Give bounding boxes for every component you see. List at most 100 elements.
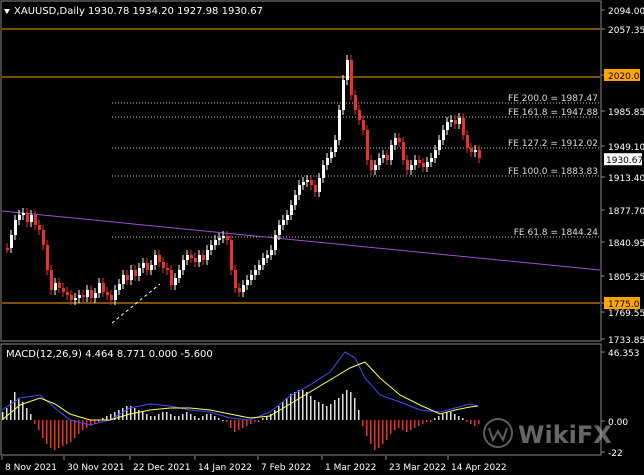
macd-bar (218, 418, 220, 420)
candle-body (186, 255, 189, 260)
candle-body (378, 158, 381, 165)
macd-bar (394, 420, 396, 430)
candle-body (374, 165, 377, 170)
macd-bar (338, 398, 340, 420)
candle-body (90, 290, 93, 298)
macd-bar (322, 404, 324, 420)
candle-body (298, 185, 301, 195)
candle-body (322, 165, 325, 178)
candle-body (470, 148, 473, 152)
macd-bar (474, 420, 476, 426)
macd-bar (366, 420, 368, 436)
candle-body (230, 240, 233, 270)
macd-bar (186, 412, 188, 420)
candle-body (74, 298, 77, 300)
candle-body (158, 255, 161, 262)
candle-body (226, 236, 229, 240)
macd-bar (150, 416, 152, 420)
candlesticks (6, 55, 481, 305)
candle-body (198, 255, 201, 262)
macd-label: MACD(12,26,9) 4.464 8.771 0.000 -5.600 (6, 349, 213, 360)
macd-bar (294, 392, 296, 420)
macd-bar (382, 420, 384, 444)
candle-body (22, 213, 25, 215)
candle-body (290, 205, 293, 215)
candle-body (162, 262, 165, 268)
candle-body (358, 110, 361, 120)
macd-bar (146, 414, 148, 420)
candle-body (214, 240, 217, 245)
macd-bar (206, 414, 208, 420)
candle-body (418, 160, 421, 163)
macd-bar (194, 416, 196, 420)
macd-bar (354, 398, 356, 420)
candle-body (354, 95, 357, 110)
price-tick: 1985.85 (608, 108, 644, 118)
macd-bar (174, 416, 176, 420)
macd-bar (62, 420, 64, 446)
time-tick: 22 Dec 2021 (133, 463, 191, 473)
time-tick: 1 Mar 2022 (325, 463, 376, 473)
macd-bar (318, 402, 320, 420)
fib-label: FE 100.0 = 1883.83 (508, 167, 598, 177)
candle-body (66, 292, 69, 295)
candle-body (306, 180, 309, 182)
candle-body (114, 290, 117, 300)
candle-body (194, 258, 197, 262)
candle-body (122, 275, 125, 284)
candle-body (94, 293, 97, 298)
price-tick: 1877.70 (608, 207, 644, 217)
macd-bar (290, 394, 292, 420)
candle-body (346, 60, 349, 80)
macd-bar (154, 416, 156, 420)
macd-bar (6, 408, 8, 420)
macd-bar (178, 416, 180, 420)
macd-bar (138, 410, 140, 420)
macd-bar (426, 420, 428, 422)
candle-body (414, 160, 417, 165)
macd-bar (222, 420, 224, 421)
macd-bar (434, 418, 436, 420)
collapse-arrow-icon[interactable] (4, 9, 10, 14)
candle-body (394, 138, 397, 145)
macd-bar (226, 420, 228, 422)
candle-body (174, 278, 177, 285)
candle-body (150, 265, 153, 270)
price-axis: 2094.00 2057.35 2020.00 1985.85 1949.10 1913.… (601, 7, 644, 346)
fib-label: FE 200.0 = 1987.47 (508, 94, 598, 104)
candle-body (86, 290, 89, 297)
candle-body (126, 275, 129, 280)
price-tick: 2094.00 (608, 7, 644, 17)
candle-body (130, 270, 133, 280)
candle-body (82, 295, 85, 297)
time-tick: 7 Feb 2022 (261, 463, 311, 473)
macd-bar (158, 414, 160, 420)
macd-bar (430, 420, 432, 422)
macd-bar (26, 408, 28, 420)
macd-bar (106, 416, 108, 420)
candle-body (138, 268, 141, 276)
candle-body (238, 288, 241, 292)
fib-label: FE 61.8 = 1844.24 (514, 228, 599, 238)
time-tick: 8 Nov 2021 (5, 463, 57, 473)
chart-canvas[interactable]: FE 200.0 = 1987.47 FE 161.8 = 1947.88 FE 1… (0, 0, 644, 475)
macd-bar (70, 420, 72, 442)
price-tick: 1913.40 (608, 174, 644, 184)
trendline[interactable] (1, 210, 601, 271)
macd-bar (330, 404, 332, 420)
macd-bar (230, 420, 232, 428)
macd-bar (386, 420, 388, 440)
candle-body (254, 270, 257, 275)
macd-bar (334, 400, 336, 420)
candle-body (218, 238, 221, 240)
candle-body (430, 158, 433, 162)
candle-body (102, 283, 105, 292)
macd-bar (470, 420, 472, 424)
macd-bar (298, 390, 300, 420)
candle-body (14, 220, 17, 235)
candle-body (342, 80, 345, 110)
time-tick: 30 Nov 2021 (67, 463, 125, 473)
macd-bar (274, 410, 276, 420)
candle-body (170, 270, 173, 285)
macd-bar (286, 398, 288, 420)
